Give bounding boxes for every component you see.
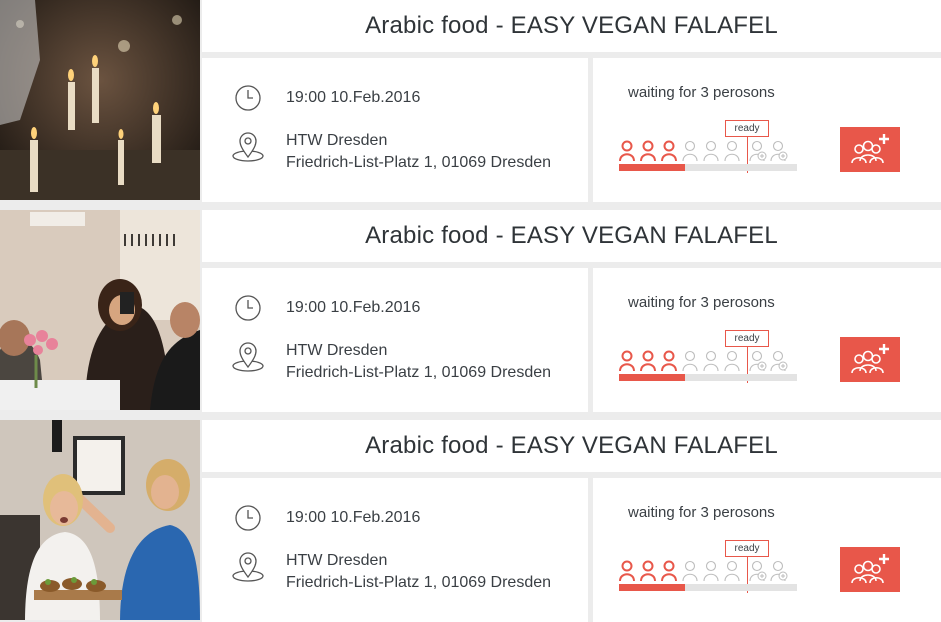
event-photo: [0, 420, 200, 620]
event-time-row: 19:00 10.Feb.2016: [232, 82, 420, 118]
event-card[interactable]: Arabic food - EASY VEGAN FALAFEL 19:00 1…: [0, 0, 941, 202]
participants-progress-fill: [619, 584, 685, 591]
join-event-button[interactable]: [840, 547, 900, 592]
ready-tag: ready: [725, 540, 769, 557]
participants-indicator: ready: [619, 120, 799, 176]
event-venue: HTW Dresden: [286, 342, 388, 359]
participants-progress-fill: [619, 374, 685, 381]
participant-joined-icon: [661, 560, 679, 582]
clock-icon: [235, 85, 261, 111]
participants-progress-bar: [619, 164, 797, 171]
add-group-icon: [851, 133, 889, 163]
event-title-bar: Arabic food - EASY VEGAN FALAFEL: [202, 210, 941, 262]
event-location-row: HTW Dresden Friedrich-List-Platz 1, 0106…: [232, 340, 551, 384]
event-venue: HTW Dresden: [286, 552, 388, 569]
clock-icon: [235, 505, 261, 531]
waiting-status: waiting for 3 perosons: [628, 504, 775, 521]
participant-joined-icon: [619, 140, 637, 162]
ready-tag: ready: [725, 330, 769, 347]
location-pin-icon: [232, 132, 264, 162]
location-pin-icon: [232, 552, 264, 582]
optional-seat-icon: [770, 350, 788, 372]
waiting-status: waiting for 3 perosons: [628, 294, 775, 311]
event-title-bar: Arabic food - EASY VEGAN FALAFEL: [202, 0, 941, 52]
participants-progress-fill: [619, 164, 685, 171]
open-seat-icon: [724, 560, 742, 582]
participant-joined-icon: [619, 350, 637, 372]
optional-seat-icon: [749, 350, 767, 372]
event-title: Arabic food - EASY VEGAN FALAFEL: [365, 222, 778, 249]
event-details: 19:00 10.Feb.2016 HTW Dresden Friedrich-…: [202, 268, 588, 412]
join-event-button[interactable]: [840, 337, 900, 382]
open-seat-icon: [682, 560, 700, 582]
location-pin-icon: [232, 342, 264, 372]
event-time-row: 19:00 10.Feb.2016: [232, 502, 420, 538]
ready-tag: ready: [725, 120, 769, 137]
participant-joined-icon: [661, 140, 679, 162]
participants-indicator: ready: [619, 330, 799, 386]
event-venue: HTW Dresden: [286, 132, 388, 149]
event-photo: [0, 0, 200, 200]
open-seat-icon: [703, 140, 721, 162]
participant-joined-icon: [619, 560, 637, 582]
waiting-status: waiting for 3 perosons: [628, 84, 775, 101]
event-photo: [0, 210, 200, 410]
event-location-row: HTW Dresden Friedrich-List-Platz 1, 0106…: [232, 130, 551, 174]
participants-progress-bar: [619, 584, 797, 591]
participants-progress-bar: [619, 374, 797, 381]
optional-seat-icon: [749, 140, 767, 162]
event-status: waiting for 3 perosons ready: [593, 478, 941, 622]
event-time: 19:00 10.Feb.2016: [286, 89, 421, 106]
open-seat-icon: [682, 350, 700, 372]
event-title: Arabic food - EASY VEGAN FALAFEL: [365, 12, 778, 39]
add-group-icon: [851, 343, 889, 373]
event-details: 19:00 10.Feb.2016 HTW Dresden Friedrich-…: [202, 478, 588, 622]
optional-seat-icon: [770, 140, 788, 162]
participants-indicator: ready: [619, 540, 799, 596]
participant-joined-icon: [640, 350, 658, 372]
event-status: waiting for 3 perosons ready: [593, 268, 941, 412]
event-time-row: 19:00 10.Feb.2016: [232, 292, 420, 328]
open-seat-icon: [703, 560, 721, 582]
open-seat-icon: [682, 140, 700, 162]
event-address: Friedrich-List-Platz 1, 01069 Dresden: [286, 364, 552, 381]
event-address: Friedrich-List-Platz 1, 01069 Dresden: [286, 574, 552, 591]
open-seat-icon: [724, 140, 742, 162]
event-title-bar: Arabic food - EASY VEGAN FALAFEL: [202, 420, 941, 472]
event-status: waiting for 3 perosons ready: [593, 58, 941, 202]
event-time: 19:00 10.Feb.2016: [286, 299, 421, 316]
add-group-icon: [851, 553, 889, 583]
event-address: Friedrich-List-Platz 1, 01069 Dresden: [286, 154, 552, 171]
event-details: 19:00 10.Feb.2016 HTW Dresden Friedrich-…: [202, 58, 588, 202]
event-time: 19:00 10.Feb.2016: [286, 509, 421, 526]
join-event-button[interactable]: [840, 127, 900, 172]
event-title: Arabic food - EASY VEGAN FALAFEL: [365, 432, 778, 459]
optional-seat-icon: [749, 560, 767, 582]
optional-seat-icon: [770, 560, 788, 582]
open-seat-icon: [724, 350, 742, 372]
event-card[interactable]: Arabic food - EASY VEGAN FALAFEL 19:00 1…: [0, 420, 941, 622]
participant-joined-icon: [640, 560, 658, 582]
open-seat-icon: [703, 350, 721, 372]
event-card[interactable]: Arabic food - EASY VEGAN FALAFEL 19:00 1…: [0, 210, 941, 412]
participant-joined-icon: [640, 140, 658, 162]
participant-joined-icon: [661, 350, 679, 372]
clock-icon: [235, 295, 261, 321]
event-location-row: HTW Dresden Friedrich-List-Platz 1, 0106…: [232, 550, 551, 594]
